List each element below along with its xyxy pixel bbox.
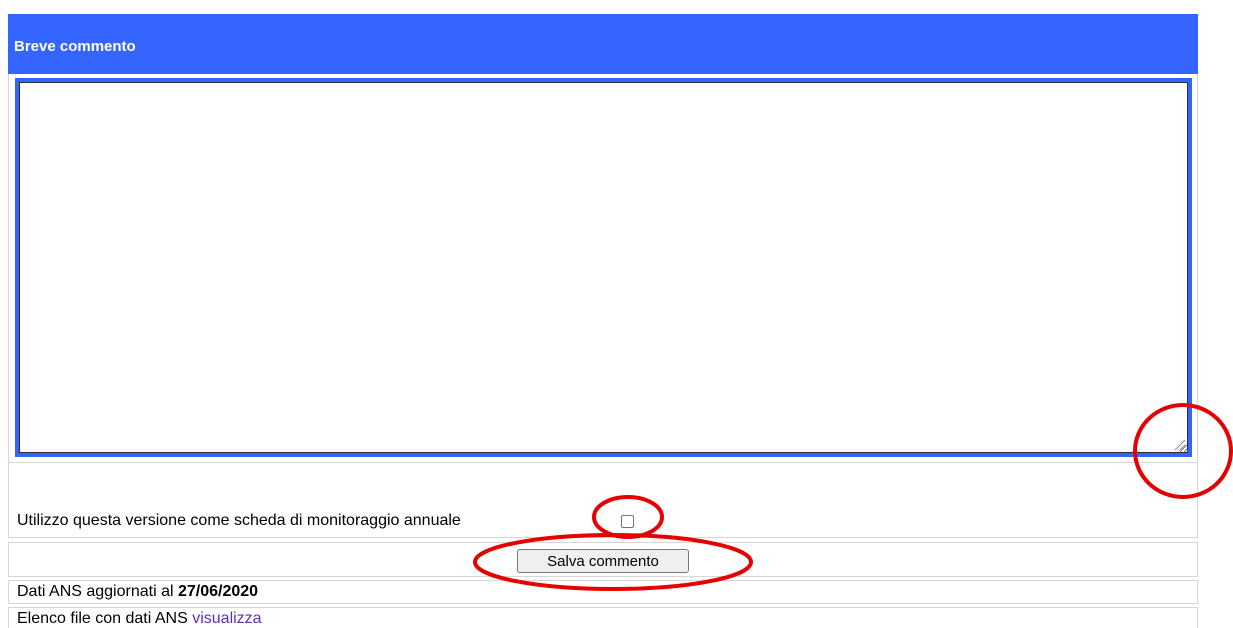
ans-files-view-link[interactable]: visualizza	[192, 610, 261, 627]
panel-header: Breve commento	[8, 14, 1198, 74]
divider	[9, 74, 1197, 77]
ans-update-label: Dati ANS aggiornati al	[17, 583, 174, 600]
comment-textarea[interactable]	[15, 78, 1192, 457]
save-comment-button[interactable]: Salva commento	[517, 549, 689, 573]
save-row: Salva commento	[8, 542, 1198, 577]
comment-container	[8, 74, 1198, 462]
annual-monitoring-label: Utilizzo questa versione come scheda di …	[17, 512, 461, 529]
ans-files-text: Elenco file con dati ANS visualizza	[17, 610, 262, 628]
ans-update-row: Dati ANS aggiornati al 27/06/2020	[8, 580, 1198, 604]
ans-files-row: Elenco file con dati ANS visualizza	[8, 607, 1198, 628]
annual-monitoring-row: Utilizzo questa versione come scheda di …	[8, 462, 1198, 538]
panel-title: Breve commento	[14, 38, 136, 55]
annual-monitoring-checkbox[interactable]	[621, 515, 634, 528]
ans-files-label: Elenco file con dati ANS	[17, 610, 188, 627]
ans-update-text: Dati ANS aggiornati al 27/06/2020	[17, 583, 258, 601]
page: Breve commento Utilizzo questa versione …	[0, 0, 1233, 628]
ans-update-date: 27/06/2020	[177, 583, 259, 600]
